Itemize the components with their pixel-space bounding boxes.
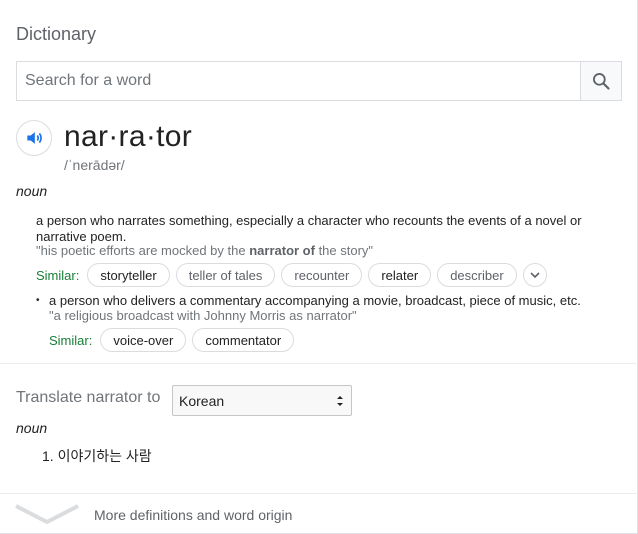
translate-part-of-speech: noun <box>16 420 48 436</box>
chevron-down-icon <box>530 272 540 279</box>
select-arrows-icon <box>337 395 343 406</box>
similar-row-2: Similar: voice-over commentator <box>49 328 295 352</box>
search-icon <box>593 73 610 90</box>
definition-1: a person who narrates something, especia… <box>36 213 582 244</box>
card-title: Dictionary <box>16 24 97 44</box>
example-2: "a religious broadcast with Johnny Morri… <box>49 308 357 323</box>
similar-row-1: Similar: storyteller teller of tales rec… <box>36 263 547 287</box>
similar-label: Similar: <box>49 332 93 348</box>
pronounce-button[interactable] <box>16 120 52 156</box>
similar-chip-recounter[interactable]: recounter <box>281 263 363 287</box>
search-input[interactable] <box>17 62 580 100</box>
search-box <box>16 61 622 101</box>
expand-similar-button[interactable] <box>522 263 547 287</box>
headword: nar·ra·tor <box>64 120 193 153</box>
similar-chip-relater[interactable]: relater <box>368 263 432 287</box>
example-1: "his poetic efforts are mocked by the na… <box>36 243 374 258</box>
chevron-down-icon <box>15 504 79 524</box>
definition-2: a person who delivers a commentary accom… <box>49 293 581 308</box>
language-select[interactable]: Korean <box>172 385 352 416</box>
search-button[interactable] <box>580 62 621 100</box>
speaker-icon <box>27 132 42 144</box>
more-definitions-button[interactable]: More definitions and word origin <box>0 494 638 534</box>
section-divider <box>0 363 638 364</box>
more-definitions-label: More definitions and word origin <box>94 507 293 523</box>
translate-label: Translate narrator to <box>16 389 161 406</box>
sense-bullet: • <box>36 295 40 306</box>
similar-chip-commentator[interactable]: commentator <box>192 328 295 352</box>
similar-chip-teller-of-tales[interactable]: teller of tales <box>175 263 276 287</box>
pronunciation: /ˈnerādər/ <box>64 157 125 173</box>
similar-chip-storyteller[interactable]: storyteller <box>87 263 170 287</box>
similar-chip-voice-over[interactable]: voice-over <box>100 328 187 352</box>
language-select-value: Korean <box>179 392 225 409</box>
translation-item: 1. 이야기하는 사람 <box>42 448 152 464</box>
dictionary-card: Dictionary nar·ra·tor /ˈnerādər/ noun a … <box>0 0 638 534</box>
part-of-speech: noun <box>16 183 48 199</box>
similar-chip-describer[interactable]: describer <box>437 263 517 287</box>
similar-label: Similar: <box>36 267 80 283</box>
